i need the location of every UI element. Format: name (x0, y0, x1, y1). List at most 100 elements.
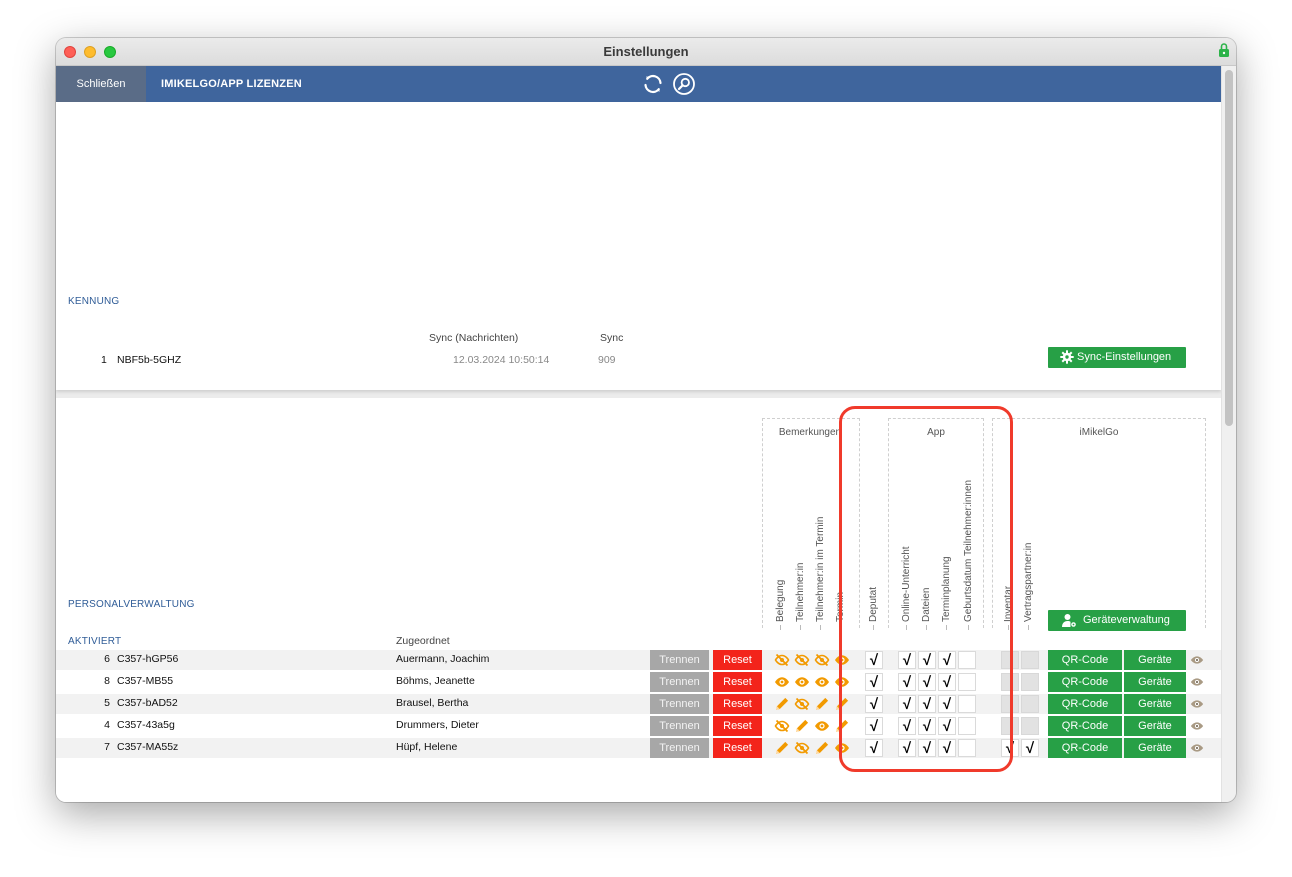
sync-icon[interactable] (641, 72, 665, 96)
reset-button[interactable]: Reset (713, 716, 762, 736)
assigned-name: Auermann, Joachim (396, 653, 490, 665)
assigned-name: Hüpf, Helene (396, 741, 458, 753)
qr-code-button[interactable]: QR-Code (1048, 650, 1122, 670)
view-icon[interactable] (1190, 697, 1204, 711)
eye-off-icon[interactable] (794, 652, 810, 668)
geraeteverwaltung-label: Geräteverwaltung (1083, 614, 1170, 626)
device-id: C357-MB55 (117, 675, 174, 687)
eye-off-icon[interactable] (794, 696, 810, 712)
personal-section-label: PERSONALVERWALTUNG (68, 599, 195, 610)
window-title: Einstellungen (603, 44, 689, 59)
reset-button[interactable]: Reset (713, 738, 762, 758)
vertragspartner-checkbox[interactable] (1021, 717, 1039, 735)
sync-header: Sync (600, 332, 624, 344)
row-number: 7 (104, 741, 110, 753)
kennung-panel: KENNUNG Sync (Nachrichten) Sync 1 NBF5b-… (56, 102, 1221, 390)
col-vertragspartner: Vertragspartner:in (1022, 438, 1036, 630)
kennung-row-sync: 909 (598, 354, 616, 366)
vertragspartner-checkbox[interactable] (1021, 695, 1039, 713)
pencil-icon[interactable] (814, 740, 830, 756)
lock-icon (1219, 43, 1229, 57)
user-gear-icon (1062, 614, 1076, 627)
row-number: 8 (104, 675, 110, 687)
highlight-frame (839, 406, 1013, 772)
eye-off-icon[interactable] (774, 652, 790, 668)
active-label: AKTIVIERT (68, 636, 122, 647)
eye-off-icon[interactable] (774, 718, 790, 734)
search-icon[interactable] (672, 72, 696, 96)
table-row: 6 C357-hGP56 Auermann, Joachim Trennen Reset… (56, 650, 1221, 670)
title-bar: Einstellungen (56, 38, 1236, 66)
trennen-button[interactable]: Trennen (650, 716, 709, 736)
vertical-scrollbar[interactable] (1221, 66, 1236, 802)
assigned-header: Zugeordnet (396, 635, 450, 647)
licenses-tab[interactable]: IMIKELGO/APP LIZENZEN (161, 66, 302, 102)
top-navbar: Schließen IMIKELGO/APP LIZENZEN (56, 66, 1221, 102)
col-belegung: Belegung (774, 438, 788, 630)
view-icon[interactable] (1190, 719, 1204, 733)
device-id: C357-bAD52 (117, 697, 178, 709)
eye-icon[interactable] (814, 718, 830, 734)
qr-code-button[interactable]: QR-Code (1048, 716, 1122, 736)
vertragspartner-checkbox[interactable] (1021, 651, 1039, 669)
trennen-button[interactable]: Trennen (650, 694, 709, 714)
kennung-row-sync-messages: 12.03.2024 10:50:14 (453, 354, 550, 366)
qr-code-button[interactable]: QR-Code (1048, 694, 1122, 714)
geraeteverwaltung-button[interactable]: Geräteverwaltung (1048, 610, 1186, 631)
geraete-button[interactable]: Geräte (1124, 672, 1186, 692)
vertragspartner-checkbox[interactable]: √ (1021, 739, 1039, 757)
table-row: 8 C357-MB55 Böhms, Jeanette Trennen Reset √ √ √… (56, 672, 1221, 692)
sync-messages-header: Sync (Nachrichten) (429, 332, 519, 344)
device-id: C357-43a5g (117, 719, 175, 731)
qr-code-button[interactable]: QR-Code (1048, 738, 1122, 758)
device-id: C357-hGP56 (117, 653, 179, 665)
kennung-section-label: KENNUNG (68, 296, 120, 307)
pencil-icon[interactable] (794, 718, 810, 734)
kennung-row-id: NBF5b-5GHZ (117, 354, 182, 366)
view-icon[interactable] (1190, 675, 1204, 689)
geraete-button[interactable]: Geräte (1124, 738, 1186, 758)
col-teilnehmer-termin: Teilnehmer:in im Termin (814, 438, 828, 630)
eye-off-icon[interactable] (814, 652, 830, 668)
sync-settings-label: Sync-Einstellungen (1077, 351, 1172, 363)
close-button[interactable]: Schließen (56, 66, 146, 102)
eye-off-icon[interactable] (794, 740, 810, 756)
settings-window: Einstellungen Schließen IMIKELGO/APP LIZ… (56, 38, 1236, 802)
reset-button[interactable]: Reset (713, 650, 762, 670)
eye-icon[interactable] (794, 674, 810, 690)
imikelgo-group-label: iMikelGo (1079, 427, 1119, 438)
row-number: 5 (104, 697, 110, 709)
row-number: 6 (104, 653, 110, 665)
pencil-icon[interactable] (814, 696, 830, 712)
gear-icon (1060, 350, 1074, 364)
geraete-button[interactable]: Geräte (1124, 694, 1186, 714)
assigned-name: Brausel, Bertha (396, 697, 469, 709)
reset-button[interactable]: Reset (713, 694, 762, 714)
reset-button[interactable]: Reset (713, 672, 762, 692)
pencil-icon[interactable] (774, 696, 790, 712)
view-icon[interactable] (1190, 741, 1204, 755)
table-row: 7 C357-MA55z Hüpf, Helene Trennen Reset √ √ √ √ √… (56, 738, 1221, 758)
table-row: 4 C357-43a5g Drummers, Dieter Trennen Reset √… (56, 716, 1221, 736)
trennen-button[interactable]: Trennen (650, 672, 709, 692)
geraete-button[interactable]: Geräte (1124, 716, 1186, 736)
qr-code-button[interactable]: QR-Code (1048, 672, 1122, 692)
personal-panel: Bemerkungen App iMikelGo Belegung Teilne… (56, 398, 1221, 802)
assigned-name: Böhms, Jeanette (396, 675, 475, 687)
trennen-button[interactable]: Trennen (650, 738, 709, 758)
sync-settings-button[interactable]: Sync-Einstellungen (1048, 347, 1186, 368)
device-id: C357-MA55z (117, 741, 179, 753)
assigned-name: Drummers, Dieter (396, 719, 479, 731)
pencil-icon[interactable] (774, 740, 790, 756)
eye-icon[interactable] (774, 674, 790, 690)
geraete-button[interactable]: Geräte (1124, 650, 1186, 670)
kennung-row-num: 1 (101, 354, 107, 366)
eye-icon[interactable] (814, 674, 830, 690)
view-icon[interactable] (1190, 653, 1204, 667)
row-number: 4 (104, 719, 110, 731)
scrollbar-thumb[interactable] (1225, 70, 1233, 426)
col-teilnehmer: Teilnehmer:in (794, 438, 808, 630)
trennen-button[interactable]: Trennen (650, 650, 709, 670)
content-area: KENNUNG Sync (Nachrichten) Sync 1 NBF5b-… (56, 102, 1221, 802)
vertragspartner-checkbox[interactable] (1021, 673, 1039, 691)
